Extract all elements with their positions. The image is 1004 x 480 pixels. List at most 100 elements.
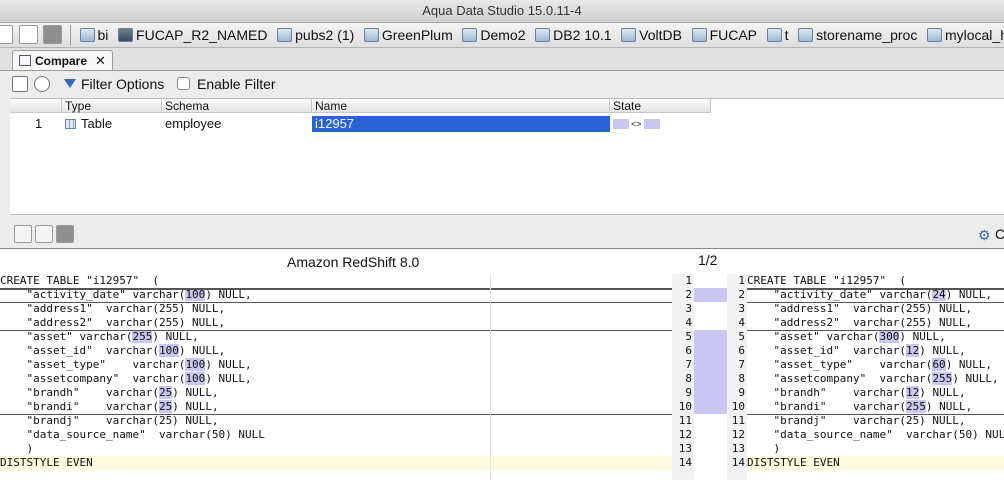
connection-db2[interactable]: DB2 10.1 (533, 23, 615, 47)
options-bar: Filter Options Enable Filter (0, 72, 1004, 96)
line-number: 11 (731, 414, 745, 427)
close-icon[interactable]: ✕ (95, 53, 106, 68)
code-line: "brandj" varchar(25) NULL, (0, 414, 219, 427)
database-icon (79, 28, 95, 42)
grid-header-schema[interactable]: Schema (162, 99, 312, 113)
code-line: "asset_id" varchar(12) NULL, (747, 344, 966, 357)
list-view-icon[interactable] (0, 25, 13, 44)
code-line: "address1" varchar(255) NULL, (0, 302, 226, 315)
line-number: 8 (738, 372, 745, 385)
gear-icon[interactable]: ⚙ (978, 227, 991, 244)
grid-header-type[interactable]: Type (62, 99, 162, 113)
left-line-gutter: 1 2 3 4 5 6 7 8 9 10 11 12 13 14 (672, 274, 694, 480)
line-number: 3 (738, 302, 745, 315)
connection-greenplum[interactable]: GreenPlum (362, 23, 457, 47)
diff-connector-block[interactable] (694, 330, 727, 414)
right-code-pane[interactable]: CREATE TABLE "i12957" ( "activity_date" … (747, 274, 1004, 480)
table-icon (65, 119, 76, 129)
code-line: "data_source_name" varchar(50) NULL (0, 428, 265, 441)
diff-connector-strip (694, 274, 727, 480)
row-schema[interactable]: employee (162, 116, 312, 132)
connection-demo2[interactable]: Demo2 (460, 23, 529, 47)
code-line: "asset" varchar(300) NULL, (747, 330, 946, 343)
connection-t[interactable]: t (765, 23, 793, 47)
code-line: "brandh" varchar(25) NULL, (0, 386, 219, 399)
search-icon[interactable] (34, 76, 50, 92)
line-number: 4 (685, 316, 692, 329)
database-icon (691, 28, 707, 42)
enable-filter-checkbox[interactable] (177, 77, 190, 90)
row-name[interactable]: i12957 (312, 116, 610, 132)
line-number: 12 (678, 428, 692, 441)
code-line: "data_source_name" varchar(50) NULL (747, 428, 1004, 441)
connection-voltdb[interactable]: VoltDB (619, 23, 686, 47)
line-number: 5 (738, 330, 745, 343)
row-state[interactable]: <> (610, 116, 711, 132)
line-number: 9 (738, 386, 745, 399)
state-left-swatch (613, 119, 629, 129)
line-number: 1 (738, 274, 745, 287)
line-number: 2 (738, 288, 745, 301)
database-icon (798, 28, 814, 42)
diff-block-border (0, 414, 672, 415)
row-type[interactable]: Table (62, 116, 162, 132)
document-icon[interactable] (35, 225, 53, 243)
connection-bi[interactable]: bi (78, 23, 113, 47)
line-number: 7 (685, 358, 692, 371)
line-number: 8 (685, 372, 692, 385)
zoom-icon[interactable] (14, 225, 32, 243)
line-number: 7 (738, 358, 745, 371)
right-title-partial: C (995, 226, 1004, 242)
toolbar-separator (69, 25, 71, 45)
line-number: 9 (685, 386, 692, 399)
code-line: CREATE TABLE "i12957" ( (747, 274, 906, 287)
connection-fucap-r2-named[interactable]: FUCAP_R2_NAMED (116, 23, 271, 47)
code-line: "brandi" varchar(25) NULL, (0, 400, 219, 413)
grid-header-name[interactable]: Name (312, 99, 610, 113)
code-line: DISTSTYLE EVEN (747, 456, 1004, 470)
chart-view-icon[interactable] (43, 25, 63, 44)
line-number: 4 (738, 316, 745, 329)
row-number: 1 (35, 116, 43, 131)
code-line: "asset_type" varchar(100) NULL, (0, 358, 252, 371)
left-pane-title: Amazon RedShift 8.0 (287, 254, 420, 270)
code-line: "asset_type" varchar(60) NULL, (747, 358, 993, 371)
code-line: "assetcompany" varchar(100) NULL, (0, 372, 252, 385)
compare-icon (19, 55, 31, 66)
grid-header-rownum (10, 99, 62, 113)
diff-block-border (0, 302, 672, 303)
diff-block-border (747, 330, 1004, 331)
save-icon[interactable] (12, 76, 28, 92)
connection-fucap[interactable]: FUCAP (690, 23, 761, 47)
code-line: ) (747, 442, 781, 455)
tab-compare[interactable]: Compare ✕ (12, 50, 113, 70)
compare-toolbar (10, 225, 1004, 247)
page-icon[interactable] (56, 225, 74, 243)
connection-mylocal-host[interactable]: mylocal_host (925, 23, 1004, 47)
code-line: ) (0, 442, 34, 455)
filter-options-button[interactable]: Filter Options (81, 72, 164, 96)
diff-counter: 1/2 (698, 252, 718, 268)
code-line: "brandj" varchar(25) NULL, (747, 414, 966, 427)
window-title: Aqua Data Studio 15.0.11-4 (0, 0, 1004, 23)
left-code-pane[interactable]: CREATE TABLE "i12957" ( "activity_date" … (0, 274, 672, 480)
line-number: 12 (731, 428, 745, 441)
grid-header-state[interactable]: State (610, 99, 711, 113)
diff-block-border (747, 302, 1004, 303)
state-right-swatch (643, 119, 660, 129)
compare-results-grid: Type Schema Name State 1 Table employee … (10, 98, 1004, 215)
server-icon (118, 28, 134, 42)
diff-connector-block[interactable] (694, 288, 727, 302)
line-number: 6 (738, 344, 745, 357)
database-icon (462, 28, 478, 42)
line-number: 2 (685, 288, 692, 301)
tile-view-icon[interactable] (18, 25, 38, 44)
connection-pubs2[interactable]: pubs2 (1) (275, 23, 358, 47)
connection-storename-proc[interactable]: storename_proc (796, 23, 921, 47)
code-line: "assetcompany" varchar(255) NULL, (747, 372, 999, 385)
database-icon (277, 28, 293, 42)
line-number: 1 (685, 274, 692, 287)
line-number: 14 (731, 456, 745, 469)
tab-strip: Compare ✕ (0, 48, 1004, 71)
database-icon (766, 28, 782, 42)
